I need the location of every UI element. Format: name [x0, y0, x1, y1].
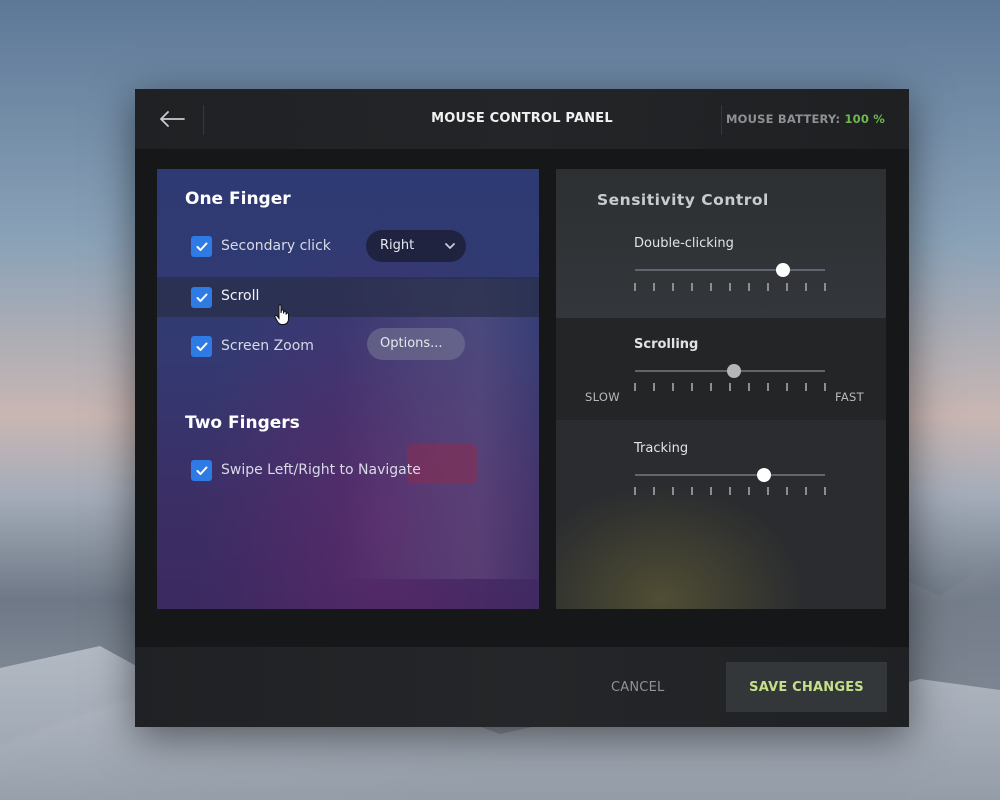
panel-footer: CANCEL SAVE CHANGES: [135, 647, 909, 727]
row-swipe-navigate: Swipe Left/Right to Navigate: [157, 450, 539, 490]
slider-tick: [805, 283, 807, 291]
background-city-image: [339, 279, 539, 579]
double-clicking-thumb[interactable]: [776, 263, 791, 277]
secondary-click-label: Secondary click: [221, 238, 331, 254]
slider-tick: [729, 283, 731, 291]
double-clicking-ticks: [634, 283, 826, 291]
one-finger-title: One Finger: [185, 189, 291, 209]
tracking-thumb[interactable]: [757, 468, 772, 482]
slider-tick: [748, 383, 750, 391]
slider-tick: [805, 487, 807, 495]
cancel-button[interactable]: CANCEL: [611, 680, 664, 695]
slider-tick: [786, 283, 788, 291]
scrolling-section: Scrolling SLOW FAST: [556, 318, 886, 420]
checkmark-icon: [196, 342, 207, 351]
slider-tick: [824, 487, 826, 495]
row-screen-zoom: Screen Zoom Options...: [157, 326, 539, 366]
slider-tick: [653, 283, 655, 291]
double-clicking-section: Sensitivity Control Double-clicking: [556, 169, 886, 318]
row-scroll: Scroll: [157, 277, 539, 317]
slider-tick: [767, 283, 769, 291]
swipe-navigate-label: Swipe Left/Right to Navigate: [221, 462, 421, 478]
scroll-label: Scroll: [221, 288, 260, 304]
tracking-label: Tracking: [634, 441, 689, 456]
slider-tick: [653, 487, 655, 495]
two-fingers-title: Two Fingers: [185, 413, 300, 433]
tracking-section: Tracking: [556, 420, 886, 609]
battery-label: MOUSE BATTERY:: [726, 112, 841, 126]
slider-tick: [786, 383, 788, 391]
slider-tick: [748, 283, 750, 291]
tracking-ticks: [634, 487, 826, 495]
slider-tick: [805, 383, 807, 391]
slider-tick: [767, 383, 769, 391]
double-clicking-slider[interactable]: [635, 263, 825, 277]
mouse-control-panel: MOUSE CONTROL PANEL MOUSE BATTERY: 100 %…: [135, 89, 909, 727]
slider-tick: [634, 487, 636, 495]
chevron-down-icon: [445, 243, 455, 249]
scrolling-label: Scrolling: [634, 337, 699, 352]
secondary-click-select[interactable]: Right: [366, 230, 466, 262]
slider-tick: [748, 487, 750, 495]
checkmark-icon: [196, 466, 207, 475]
double-clicking-label: Double-clicking: [634, 236, 734, 251]
slider-tick: [786, 487, 788, 495]
slider-tick: [710, 383, 712, 391]
slider-tick: [653, 383, 655, 391]
options-button-label: Options...: [380, 336, 443, 351]
slider-tick: [729, 487, 731, 495]
slider-tick: [634, 283, 636, 291]
slider-tick: [691, 383, 693, 391]
gestures-card: One Finger Secondary click Right Scroll …: [157, 169, 539, 609]
fast-label: FAST: [835, 390, 864, 404]
slider-tick: [691, 487, 693, 495]
screen-zoom-checkbox[interactable]: [191, 336, 212, 357]
sensitivity-card: Sensitivity Control Double-clicking Scro…: [556, 169, 886, 609]
battery-value: 100 %: [844, 112, 885, 126]
slider-tick: [710, 487, 712, 495]
row-secondary-click: Secondary click Right: [157, 226, 539, 266]
scrolling-thumb[interactable]: [726, 364, 741, 378]
checkmark-icon: [196, 242, 207, 251]
scrolling-slider[interactable]: [635, 364, 825, 378]
secondary-click-checkbox[interactable]: [191, 236, 212, 257]
screen-zoom-options-button[interactable]: Options...: [367, 328, 465, 360]
save-changes-button[interactable]: SAVE CHANGES: [726, 662, 887, 712]
secondary-click-select-value: Right: [380, 238, 415, 253]
slider-tick: [767, 487, 769, 495]
checkmark-icon: [196, 293, 207, 302]
slider-tick: [824, 383, 826, 391]
tracking-slider[interactable]: [635, 468, 825, 482]
battery-status: MOUSE BATTERY: 100 %: [726, 112, 885, 126]
panel-header: MOUSE CONTROL PANEL MOUSE BATTERY: 100 %: [135, 89, 909, 149]
header-divider-right: [721, 105, 722, 135]
swipe-navigate-checkbox[interactable]: [191, 460, 212, 481]
slider-tick: [729, 383, 731, 391]
slider-tick: [824, 283, 826, 291]
scrolling-ticks: [634, 383, 826, 391]
slow-label: SLOW: [585, 390, 620, 404]
sensitivity-title: Sensitivity Control: [597, 191, 769, 209]
slider-tick: [672, 383, 674, 391]
slider-tick: [634, 383, 636, 391]
slider-tick: [691, 283, 693, 291]
hand-cursor-icon: [274, 304, 289, 325]
scroll-checkbox[interactable]: [191, 287, 212, 308]
screen-zoom-label: Screen Zoom: [221, 338, 314, 354]
slider-tick: [710, 283, 712, 291]
slider-tick: [672, 283, 674, 291]
slider-tick: [672, 487, 674, 495]
